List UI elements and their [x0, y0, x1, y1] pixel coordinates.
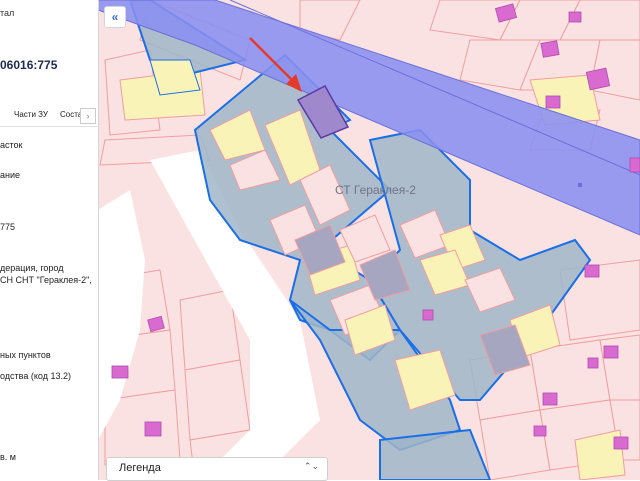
building: [540, 40, 560, 58]
parcel: [479, 409, 551, 480]
left-info-panel: тал 06016:775 Части ЗУ Соста › асток ани…: [0, 0, 99, 480]
building: [587, 357, 599, 369]
chevron-updown-icon: ⌃⌄: [303, 461, 319, 471]
info-line-address-1: дерация, город: [0, 263, 64, 273]
info-line-category: ных пунктов: [0, 350, 51, 360]
info-line-address-2: СН СНТ "Гераклея-2",: [0, 275, 92, 285]
info-line-permitted-use: одства (код 13.2): [0, 371, 71, 381]
building: [545, 95, 561, 109]
area-label: СТ Гераклея-2: [335, 183, 416, 197]
building: [584, 264, 600, 278]
building: [542, 392, 558, 406]
tab-composition[interactable]: Соста: [60, 110, 82, 119]
building: [111, 365, 129, 379]
tab-parts[interactable]: Части ЗУ: [14, 110, 48, 119]
info-line-area-unit: в. м: [0, 452, 16, 462]
info-line-number: 775: [0, 222, 16, 232]
info-line-type: асток: [0, 140, 23, 150]
building: [533, 425, 547, 437]
building: [603, 345, 619, 359]
building: [144, 421, 162, 437]
tabs-scroll-right-icon[interactable]: ›: [80, 108, 96, 124]
legend-dropdown[interactable]: Легенда ⌃⌄: [106, 457, 328, 481]
panel-title: тал: [0, 8, 15, 18]
tab-bar: Части ЗУ Соста ›: [0, 104, 98, 127]
cadastral-number: 06016:775: [0, 58, 58, 72]
cadastral-map[interactable]: [98, 0, 640, 480]
building: [585, 67, 611, 91]
building: [629, 157, 640, 173]
building: [422, 309, 434, 321]
legend-label: Легенда: [119, 462, 161, 474]
map-canvas: [98, 0, 640, 480]
parcel: [184, 359, 251, 441]
road-marker: [578, 183, 582, 187]
building: [568, 11, 582, 23]
collapse-panel-icon[interactable]: «: [104, 6, 126, 28]
cadastral-block: [379, 428, 492, 480]
building: [613, 436, 629, 450]
info-line-status: ание: [0, 170, 21, 180]
